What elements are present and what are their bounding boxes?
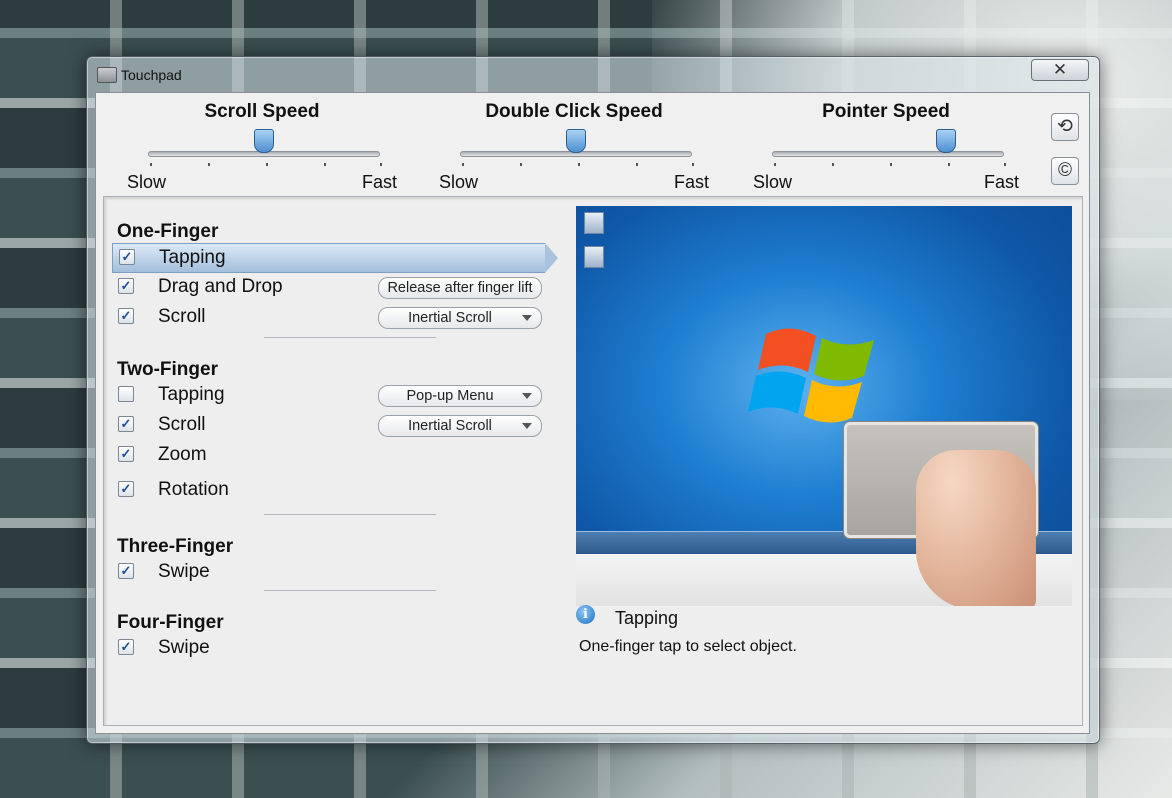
slider-tick <box>948 163 950 166</box>
row-label: Rotation <box>158 479 229 500</box>
scroll-speed-title: Scroll Speed <box>204 101 320 122</box>
button-label: Release after finger lift <box>387 280 533 296</box>
touchpad-window: Touchpad ✕ Scroll Speed Slow Fast Double… <box>86 56 1100 744</box>
pointer-speed-title: Pointer Speed <box>822 101 950 122</box>
row-label: Scroll <box>158 306 206 327</box>
chevron-down-icon <box>522 423 532 429</box>
section-divider <box>264 590 436 591</box>
slider-tick <box>266 163 268 166</box>
list-item-zoom[interactable]: ✓ Zoom <box>112 441 544 469</box>
section-divider <box>264 337 436 338</box>
section-title-three-finger: Three-Finger <box>117 536 234 557</box>
section-title-four-finger: Four-Finger <box>117 612 224 633</box>
chevron-down-icon <box>522 393 532 399</box>
refresh-icon[interactable]: ⟲ <box>1051 113 1079 141</box>
double-click-speed-thumb[interactable] <box>566 129 586 153</box>
slider-tick <box>380 163 382 166</box>
slider-tick <box>578 163 580 166</box>
checkbox-three-finger-swipe[interactable]: ✓ <box>118 563 134 579</box>
release-after-finger-lift-button[interactable]: Release after finger lift <box>378 277 542 299</box>
pointer-speed-slider-group: Pointer Speed Slow Fast <box>736 93 1036 198</box>
section-divider <box>264 514 436 515</box>
scroll-speed-max-label: Fast <box>362 172 398 192</box>
checkbox-rotation[interactable]: ✓ <box>118 481 134 497</box>
checkbox-one-finger-tapping[interactable]: ✓ <box>119 249 135 265</box>
computer-icon <box>584 246 604 268</box>
dropdown-value: Inertial Scroll <box>408 310 492 326</box>
double-click-speed-slider-group: Double Click Speed Slow Fast <box>424 93 724 198</box>
double-click-speed-min-label: Slow <box>439 172 479 192</box>
list-item-one-finger-scroll[interactable]: ✓ Scroll Inertial Scroll <box>112 303 544 331</box>
window-title: Touchpad <box>121 67 182 83</box>
slider-tick <box>832 163 834 166</box>
slider-tick <box>636 163 638 166</box>
windows-logo-icon <box>748 328 874 423</box>
slider-tick <box>520 163 522 166</box>
slider-tick <box>324 163 326 166</box>
section-title-one-finger: One-Finger <box>117 221 219 242</box>
pointer-speed-max-label: Fast <box>984 172 1020 192</box>
recycle-bin-icon <box>584 212 604 234</box>
touchpad-app-icon <box>97 67 117 83</box>
gesture-panel: One-Finger ✓ Tapping ✓ Drag and Drop Rel… <box>103 196 1083 726</box>
list-item-rotation[interactable]: ✓ Rotation <box>112 476 544 504</box>
double-click-speed-title: Double Click Speed <box>485 101 663 122</box>
info-icon: i <box>576 605 595 624</box>
list-item-four-finger-swipe[interactable]: ✓ Swipe <box>112 634 544 662</box>
finger-illustration <box>916 450 1036 606</box>
checkbox-one-finger-scroll[interactable]: ✓ <box>118 308 134 324</box>
copyright-icon[interactable]: © <box>1051 157 1079 185</box>
double-click-speed-max-label: Fast <box>674 172 710 192</box>
row-label: Tapping <box>159 247 226 268</box>
pointer-speed-thumb[interactable] <box>936 129 956 153</box>
list-item-one-finger-tapping[interactable]: ✓ Tapping <box>112 243 558 273</box>
info-description: One-finger tap to select object. <box>579 638 797 655</box>
gesture-preview-image <box>576 206 1072 606</box>
title-bar[interactable]: Touchpad ✕ <box>87 57 1099 93</box>
two-finger-tapping-dropdown[interactable]: Pop-up Menu <box>378 385 542 407</box>
slider-tick <box>208 163 210 166</box>
row-label: Swipe <box>158 637 210 658</box>
row-label: Swipe <box>158 561 210 582</box>
close-button[interactable]: ✕ <box>1031 59 1089 81</box>
checkbox-two-finger-tapping[interactable] <box>118 386 134 402</box>
checkbox-four-finger-swipe[interactable]: ✓ <box>118 639 134 655</box>
slider-tick <box>150 163 152 166</box>
checkbox-two-finger-scroll[interactable]: ✓ <box>118 416 134 432</box>
slider-tick <box>774 163 776 166</box>
dropdown-value: Inertial Scroll <box>408 418 492 434</box>
chevron-down-icon <box>522 315 532 321</box>
row-label: Scroll <box>158 414 206 435</box>
row-label: Tapping <box>158 384 225 405</box>
scroll-speed-thumb[interactable] <box>254 129 274 153</box>
slider-tick <box>692 163 694 166</box>
window-client-area: Scroll Speed Slow Fast Double Click Spee… <box>95 92 1090 734</box>
list-item-three-finger-swipe[interactable]: ✓ Swipe <box>112 558 544 586</box>
checkbox-drag-and-drop[interactable]: ✓ <box>118 278 134 294</box>
slider-tick <box>1004 163 1006 166</box>
section-title-two-finger: Two-Finger <box>117 359 218 380</box>
list-item-two-finger-tapping[interactable]: Tapping Pop-up Menu <box>112 381 544 409</box>
list-item-drag-and-drop[interactable]: ✓ Drag and Drop Release after finger lif… <box>112 273 544 301</box>
slider-tick <box>890 163 892 166</box>
checkbox-zoom[interactable]: ✓ <box>118 446 134 462</box>
row-label: Zoom <box>158 444 207 465</box>
pointer-speed-track[interactable] <box>772 151 1004 157</box>
pointer-speed-min-label: Slow <box>753 172 793 192</box>
list-item-two-finger-scroll[interactable]: ✓ Scroll Inertial Scroll <box>112 411 544 439</box>
row-label: Drag and Drop <box>158 276 283 297</box>
slider-tick <box>462 163 464 166</box>
two-finger-scroll-dropdown[interactable]: Inertial Scroll <box>378 415 542 437</box>
scroll-speed-min-label: Slow <box>127 172 167 192</box>
dropdown-value: Pop-up Menu <box>406 388 494 404</box>
info-title: Tapping <box>615 608 679 628</box>
one-finger-scroll-dropdown[interactable]: Inertial Scroll <box>378 307 542 329</box>
scroll-speed-slider-group: Scroll Speed Slow Fast <box>112 93 412 198</box>
